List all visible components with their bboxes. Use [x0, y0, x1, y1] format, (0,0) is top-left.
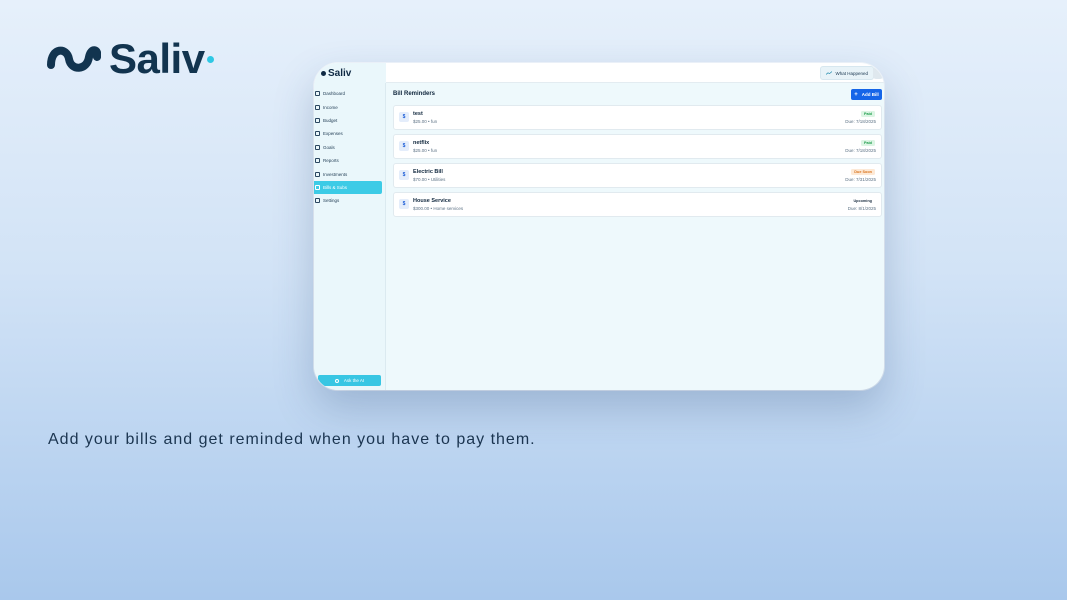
- bill-row[interactable]: $ test $25.00 • fun Paid Due: 7/18/2025: [393, 105, 882, 130]
- sidebar-item-label: Goals: [323, 144, 335, 150]
- app-logo-mark-icon: [321, 70, 326, 76]
- status-badge: Upcoming: [850, 198, 875, 204]
- sidebar-item-label: Reports: [323, 158, 339, 164]
- status-badge: Paid: [860, 111, 875, 117]
- bill-meta: $70.00 • Utilities: [413, 177, 446, 182]
- sidebar: Dashboard Income Budget Expenses Goals R…: [314, 83, 386, 390]
- chat-icon: [334, 378, 339, 383]
- dollar-icon: $: [399, 170, 409, 180]
- sidebar-item-expenses[interactable]: Expenses: [314, 127, 386, 140]
- whats-happened-label: What Happened: [835, 70, 868, 76]
- ask-ai-label: Ask the AI: [343, 378, 365, 383]
- reports-icon: [315, 158, 320, 164]
- add-bill-button[interactable]: + Add Bill: [851, 89, 882, 100]
- avatar[interactable]: [873, 67, 883, 79]
- page-title: Bill Reminders: [393, 91, 436, 97]
- saliv-wave-icon: [47, 46, 101, 72]
- sidebar-item-reports[interactable]: Reports: [314, 154, 386, 167]
- whats-happened-button[interactable]: What Happened: [820, 66, 874, 80]
- brand-logo: Saliv: [47, 38, 214, 80]
- sidebar-item-label: Settings: [323, 198, 340, 204]
- app-screenshot: Saliv What Happened Dashboard Income Bud…: [314, 63, 884, 390]
- bill-meta: $25.00 • fun: [413, 119, 438, 124]
- sidebar-item-dashboard[interactable]: Dashboard: [314, 87, 386, 100]
- settings-icon: [315, 198, 320, 204]
- sidebar-item-settings[interactable]: Settings: [314, 194, 386, 207]
- dollar-icon: [315, 104, 320, 110]
- tagline: Add your bills and get reminded when you…: [48, 431, 536, 448]
- sidebar-item-budget[interactable]: Budget: [314, 114, 386, 127]
- sidebar-item-bills-subs[interactable]: Bills & Subs: [314, 180, 382, 195]
- dollar-icon: $: [399, 141, 409, 151]
- main-content: Bill Reminders + Add Bill $ test $25.00 …: [386, 83, 884, 390]
- dollar-icon: $: [399, 199, 409, 209]
- trend-icon: [826, 71, 833, 75]
- bill-meta: $25.00 • fun: [413, 148, 438, 153]
- sidebar-item-goals[interactable]: Goals: [314, 141, 386, 154]
- goals-icon: [315, 144, 320, 150]
- brand-name: Saliv: [109, 35, 205, 82]
- bill-row[interactable]: $ netflix $25.00 • fun Paid Due: 7/18/20…: [393, 134, 882, 159]
- bill-due-date: Due: 8/1/2025: [847, 206, 876, 211]
- bill-row[interactable]: $ House Service $300.00 • Home services …: [393, 192, 882, 217]
- bill-row[interactable]: $ Electric Bill $70.00 • Utilities Due S…: [393, 163, 882, 188]
- sidebar-item-label: Bills & Subs: [323, 184, 348, 190]
- dollar-icon: $: [399, 112, 409, 122]
- dashboard-icon: [315, 91, 320, 97]
- expenses-icon: [315, 131, 320, 137]
- add-bill-label: Add Bill: [861, 92, 879, 97]
- app-logo-text: Saliv: [328, 67, 352, 79]
- sidebar-item-label: Dashboard: [323, 91, 346, 97]
- sidebar-item-label: Investments: [323, 171, 348, 177]
- sidebar-item-investments[interactable]: Investments: [314, 167, 386, 180]
- bill-due-date: Due: 7/18/2025: [845, 119, 876, 124]
- bill-name: House Service: [413, 198, 451, 204]
- bill-meta: $300.00 • Home services: [413, 206, 464, 211]
- bill-name: Electric Bill: [413, 169, 443, 175]
- sidebar-item-income[interactable]: Income: [314, 100, 386, 113]
- bill-name: test: [413, 111, 423, 117]
- status-badge: Due Soon: [851, 169, 875, 175]
- sidebar-nav: Dashboard Income Budget Expenses Goals R…: [314, 87, 386, 208]
- app-logo[interactable]: Saliv: [314, 63, 386, 83]
- bill-name: netflix: [413, 140, 430, 146]
- bills-icon: [315, 184, 320, 190]
- sidebar-item-label: Expenses: [323, 131, 343, 137]
- top-bar: Saliv What Happened: [314, 63, 884, 83]
- bill-due-date: Due: 7/18/2025: [845, 148, 876, 153]
- ask-ai-button[interactable]: Ask the AI: [318, 375, 381, 386]
- bill-due-date: Due: 7/31/2025: [845, 177, 876, 182]
- sidebar-item-label: Budget: [323, 117, 338, 123]
- sidebar-item-label: Income: [323, 104, 338, 110]
- investments-icon: [315, 171, 320, 177]
- plus-icon: +: [854, 91, 858, 98]
- budget-icon: [315, 117, 320, 123]
- brand-dot: [206, 55, 214, 63]
- bill-list: $ test $25.00 • fun Paid Due: 7/18/2025 …: [393, 105, 882, 221]
- status-badge: Paid: [860, 140, 875, 146]
